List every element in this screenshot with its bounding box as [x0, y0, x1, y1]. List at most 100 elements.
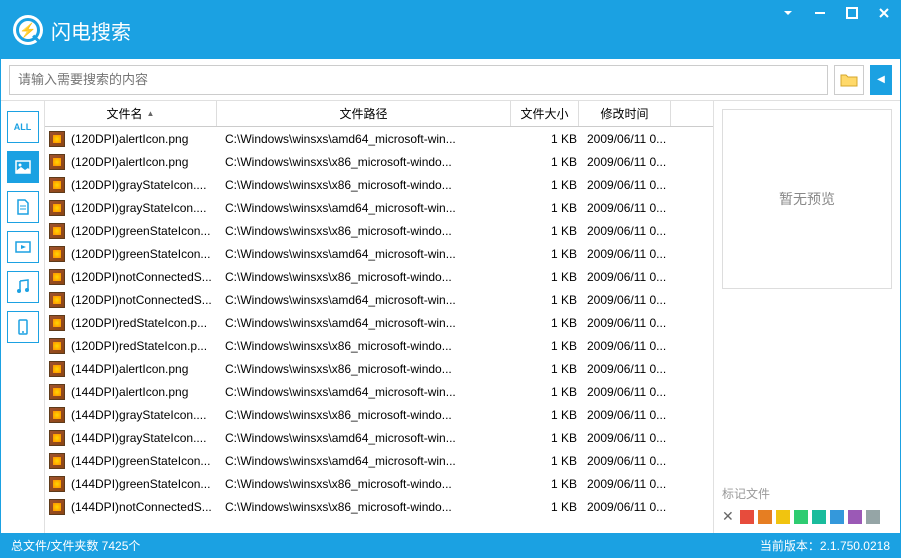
- tag-color-swatch[interactable]: [830, 510, 844, 524]
- collapse-preview-button[interactable]: ◀: [870, 65, 892, 95]
- tag-colors: ✕: [722, 508, 892, 525]
- table-row[interactable]: (120DPI)notConnectedS...C:\Windows\winsx…: [45, 288, 713, 311]
- image-file-icon: [49, 223, 65, 239]
- cell-date: 2009/06/11 0...: [583, 132, 675, 146]
- cell-size: 1 KB: [515, 477, 583, 491]
- cell-name: (144DPI)grayStateIcon....: [71, 431, 221, 445]
- filter-all[interactable]: ALL: [7, 111, 39, 143]
- cell-date: 2009/06/11 0...: [583, 247, 675, 261]
- tag-color-swatch[interactable]: [848, 510, 862, 524]
- image-file-icon: [49, 338, 65, 354]
- cell-name: (120DPI)notConnectedS...: [71, 293, 221, 307]
- tag-color-swatch[interactable]: [776, 510, 790, 524]
- cell-date: 2009/06/11 0...: [583, 477, 675, 491]
- table-row[interactable]: (120DPI)redStateIcon.p...C:\Windows\wins…: [45, 334, 713, 357]
- cell-path: C:\Windows\winsxs\x86_microsoft-windo...: [221, 500, 515, 514]
- menu-dropdown-icon[interactable]: [780, 5, 796, 21]
- sort-asc-icon: ▲: [147, 109, 155, 118]
- image-file-icon: [49, 177, 65, 193]
- image-file-icon: [49, 292, 65, 308]
- cell-path: C:\Windows\winsxs\x86_microsoft-windo...: [221, 270, 515, 284]
- table-row[interactable]: (144DPI)notConnectedS...C:\Windows\winsx…: [45, 495, 713, 518]
- table-body[interactable]: (120DPI)alertIcon.png C:\Windows\winsxs\a…: [45, 127, 713, 533]
- cell-path: C:\Windows\winsxs\amd64_microsoft-win...: [221, 293, 515, 307]
- cell-path: C:\Windows\winsxs\x86_microsoft-windo...: [221, 178, 515, 192]
- tag-clear-icon[interactable]: ✕: [722, 508, 734, 525]
- cell-size: 1 KB: [515, 224, 583, 238]
- table-row[interactable]: (120DPI)grayStateIcon....C:\Windows\wins…: [45, 196, 713, 219]
- tag-color-swatch[interactable]: [794, 510, 808, 524]
- tag-color-swatch[interactable]: [740, 510, 754, 524]
- cell-date: 2009/06/11 0...: [583, 293, 675, 307]
- table-row[interactable]: (120DPI)redStateIcon.p...C:\Windows\wins…: [45, 311, 713, 334]
- filter-image[interactable]: [7, 151, 39, 183]
- image-file-icon: [49, 315, 65, 331]
- filter-document[interactable]: [7, 191, 39, 223]
- cell-name: (120DPI)redStateIcon.p...: [71, 316, 221, 330]
- cell-name: (120DPI)greenStateIcon...: [71, 247, 221, 261]
- column-header-date[interactable]: 修改时间: [579, 101, 671, 126]
- cell-date: 2009/06/11 0...: [583, 500, 675, 514]
- cell-name: (120DPI)alertIcon.png: [71, 132, 221, 146]
- image-file-icon: [49, 246, 65, 262]
- cell-size: 1 KB: [515, 431, 583, 445]
- maximize-icon[interactable]: [844, 5, 860, 21]
- cell-name: (144DPI)notConnectedS...: [71, 500, 221, 514]
- cell-name: (144DPI)greenStateIcon...: [71, 477, 221, 491]
- column-header-path[interactable]: 文件路径: [217, 101, 511, 126]
- column-header-name[interactable]: 文件名▲: [45, 101, 217, 126]
- filter-mobile[interactable]: [7, 311, 39, 343]
- cell-path: C:\Windows\winsxs\x86_microsoft-windo...: [221, 155, 515, 169]
- cell-size: 1 KB: [515, 270, 583, 284]
- cell-name: (144DPI)alertIcon.png: [71, 362, 221, 376]
- image-file-icon: [49, 453, 65, 469]
- filter-music[interactable]: [7, 271, 39, 303]
- tag-color-swatch[interactable]: [812, 510, 826, 524]
- cell-path: C:\Windows\winsxs\amd64_microsoft-win...: [221, 454, 515, 468]
- cell-date: 2009/06/11 0...: [583, 155, 675, 169]
- table-row[interactable]: (120DPI)alertIcon.pngC:\Windows\winsxs\a…: [45, 127, 713, 150]
- cell-path: C:\Windows\winsxs\x86_microsoft-windo...: [221, 362, 515, 376]
- cell-size: 1 KB: [515, 178, 583, 192]
- tag-label: 标记文件: [722, 485, 892, 502]
- table-row[interactable]: (144DPI)grayStateIcon....C:\Windows\wins…: [45, 403, 713, 426]
- cell-name: (120DPI)redStateIcon.p...: [71, 339, 221, 353]
- column-header-size[interactable]: 文件大小: [511, 101, 579, 126]
- close-icon[interactable]: [876, 5, 892, 21]
- cell-date: 2009/06/11 0...: [583, 454, 675, 468]
- tag-color-swatch[interactable]: [758, 510, 772, 524]
- cell-size: 1 KB: [515, 339, 583, 353]
- search-input[interactable]: [9, 65, 828, 95]
- tag-color-swatch[interactable]: [866, 510, 880, 524]
- cell-date: 2009/06/11 0...: [583, 178, 675, 192]
- image-file-icon: [49, 407, 65, 423]
- file-list-panel: 文件名▲ 文件路径 文件大小 修改时间 (120DPI)alertIcon.pn…: [45, 101, 714, 533]
- table-row[interactable]: (144DPI)alertIcon.pngC:\Windows\winsxs\a…: [45, 380, 713, 403]
- cell-path: C:\Windows\winsxs\amd64_microsoft-win...: [221, 431, 515, 445]
- cell-path: C:\Windows\winsxs\amd64_microsoft-win...: [221, 247, 515, 261]
- table-row[interactable]: (144DPI)greenStateIcon...C:\Windows\wins…: [45, 449, 713, 472]
- table-row[interactable]: (144DPI)greenStateIcon...C:\Windows\wins…: [45, 472, 713, 495]
- cell-date: 2009/06/11 0...: [583, 408, 675, 422]
- cell-size: 1 KB: [515, 454, 583, 468]
- table-row[interactable]: (120DPI)notConnectedS...C:\Windows\winsx…: [45, 265, 713, 288]
- table-row[interactable]: (144DPI)grayStateIcon....C:\Windows\wins…: [45, 426, 713, 449]
- image-file-icon: [49, 384, 65, 400]
- filter-video[interactable]: [7, 231, 39, 263]
- table-row[interactable]: (144DPI)alertIcon.pngC:\Windows\winsxs\x…: [45, 357, 713, 380]
- table-row[interactable]: (120DPI)alertIcon.pngC:\Windows\winsxs\x…: [45, 150, 713, 173]
- cell-size: 1 KB: [515, 132, 583, 146]
- search-row: ◀: [1, 59, 900, 101]
- cell-path: C:\Windows\winsxs\x86_microsoft-windo...: [221, 477, 515, 491]
- cell-path: C:\Windows\winsxs\amd64_microsoft-win...: [221, 316, 515, 330]
- table-row[interactable]: (120DPI)greenStateIcon...C:\Windows\wins…: [45, 219, 713, 242]
- table-row[interactable]: (120DPI)grayStateIcon....C:\Windows\wins…: [45, 173, 713, 196]
- cell-date: 2009/06/11 0...: [583, 201, 675, 215]
- minimize-icon[interactable]: [812, 5, 828, 21]
- cell-date: 2009/06/11 0...: [583, 385, 675, 399]
- tag-section: 标记文件 ✕: [722, 477, 892, 525]
- folder-filter-button[interactable]: [834, 65, 864, 95]
- cell-date: 2009/06/11 0...: [583, 431, 675, 445]
- table-row[interactable]: (120DPI)greenStateIcon...C:\Windows\wins…: [45, 242, 713, 265]
- image-file-icon: [49, 499, 65, 515]
